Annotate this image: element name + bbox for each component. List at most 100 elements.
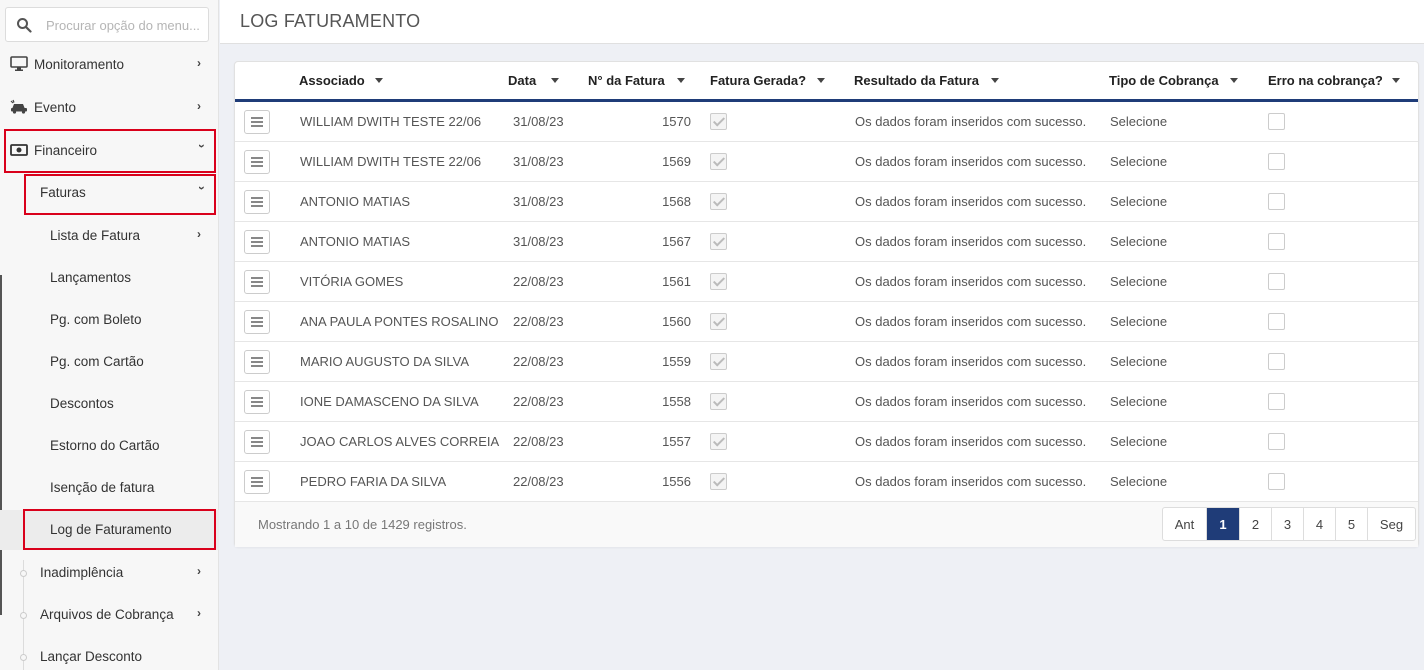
fatura-gerada-checkbox [710,193,727,210]
highlight-faturas [24,174,216,215]
cell-numero-fatura: 1558 [662,394,691,409]
cell-numero-fatura: 1560 [662,314,691,329]
erro-cobranca-checkbox[interactable] [1268,233,1285,250]
sidebar-item-lista-de-fatura[interactable]: Lista de Fatura › [0,215,219,257]
erro-cobranca-checkbox[interactable] [1268,153,1285,170]
hamburger-icon [251,125,263,127]
sidebar-item-pg-boleto[interactable]: Pg. com Boleto [0,299,219,341]
erro-cobranca-checkbox[interactable] [1268,113,1285,130]
sort-caret-icon[interactable] [551,78,559,83]
cell-numero-fatura: 1570 [662,114,691,129]
pagination: Ant 1 2 3 4 5 Seg [1162,507,1416,541]
erro-cobranca-checkbox[interactable] [1268,393,1285,410]
row-menu-button[interactable] [244,310,270,334]
cell-resultado: Os dados foram inseridos com sucesso. [855,434,1087,449]
cell-resultado: Os dados foram inseridos com sucesso. [855,274,1087,289]
sidebar-item-monitoramento[interactable]: Monitoramento › [0,44,219,86]
row-menu-button[interactable] [244,430,270,454]
erro-cobranca-checkbox[interactable] [1268,353,1285,370]
hamburger-icon [251,397,263,399]
cell-tipo-cobranca: Selecione [1110,154,1168,169]
page-header: LOG FATURAMENTO [220,0,1424,44]
sidebar-item-lancamentos[interactable]: Lançamentos [0,257,219,299]
sidebar-item-label: Descontos [50,396,114,411]
cell-tipo-cobranca: Selecione [1110,274,1168,289]
erro-cobranca-checkbox[interactable] [1268,473,1285,490]
row-menu-button[interactable] [244,190,270,214]
erro-cobranca-checkbox[interactable] [1268,193,1285,210]
cell-data: 22/08/23 [513,354,564,369]
sidebar-item-label: Arquivos de Cobrança [40,607,174,622]
cell-associado: ANTONIO MATIAS [300,234,411,249]
sidebar-item-isencao-fatura[interactable]: Isenção de fatura [0,467,219,509]
sidebar-item-evento[interactable]: Evento › [0,87,219,129]
cell-resultado: Os dados foram inseridos com sucesso. [855,194,1087,209]
sort-caret-icon[interactable] [1230,78,1238,83]
table-row: MARIO AUGUSTO DA SILVA 22/08/23 1559 Os dad… [235,342,1418,382]
erro-cobranca-checkbox[interactable] [1268,273,1285,290]
col-numero-fatura[interactable]: N° da Fatura [588,73,665,88]
sidebar-item-lancar-desconto[interactable]: Lançar Desconto [0,636,219,670]
pagination-page-3[interactable]: 3 [1272,508,1304,540]
table-row: ANA PAULA PONTES ROSALINO 22/08/23 1560 Os … [235,302,1418,342]
sidebar-item-pg-cartao[interactable]: Pg. com Cartão [0,341,219,383]
col-associado[interactable]: Associado [299,73,365,88]
col-erro-cobranca[interactable]: Erro na cobrança? [1268,73,1383,88]
sort-caret-icon[interactable] [817,78,825,83]
erro-cobranca-checkbox[interactable] [1268,313,1285,330]
hamburger-icon [251,201,263,203]
pagination-page-1[interactable]: 1 [1207,508,1240,540]
row-menu-button[interactable] [244,470,270,494]
cell-resultado: Os dados foram inseridos com sucesso. [855,314,1087,329]
sort-caret-icon[interactable] [991,78,999,83]
hamburger-icon [251,485,263,487]
search-input[interactable] [46,14,204,36]
row-menu-button[interactable] [244,270,270,294]
cell-numero-fatura: 1568 [662,194,691,209]
menu-search[interactable] [5,7,209,42]
pagination-next[interactable]: Seg [1368,508,1415,540]
table-row: JOAO CARLOS ALVES CORREIA 22/08/23 1557 Os … [235,422,1418,462]
hamburger-icon [251,361,263,363]
row-menu-button[interactable] [244,390,270,414]
sidebar-item-inadimplencia[interactable]: Inadimplência › [0,552,219,594]
col-resultado[interactable]: Resultado da Fatura [854,73,979,88]
fatura-gerada-checkbox [710,153,727,170]
sort-caret-icon[interactable] [1392,78,1400,83]
col-data[interactable]: Data [508,73,536,88]
hamburger-icon [251,357,263,359]
row-menu-button[interactable] [244,110,270,134]
cell-associado: WILLIAM DWITH TESTE 22/06 [300,154,482,169]
sidebar-item-arquivos-cobranca[interactable]: Arquivos de Cobrança › [0,594,219,636]
cell-resultado: Os dados foram inseridos com sucesso. [855,354,1087,369]
pagination-page-4[interactable]: 4 [1304,508,1336,540]
sidebar-item-estorno-cartao[interactable]: Estorno do Cartão [0,425,219,467]
hamburger-icon [251,405,263,407]
cell-numero-fatura: 1561 [662,274,691,289]
row-menu-button[interactable] [244,150,270,174]
fatura-gerada-checkbox [710,433,727,450]
cell-data: 31/08/23 [513,194,564,209]
cell-tipo-cobranca: Selecione [1110,194,1168,209]
sidebar-item-label: Lançamentos [50,270,132,285]
hamburger-icon [251,241,263,243]
col-fatura-gerada[interactable]: Fatura Gerada? [710,73,806,88]
col-tipo-cobranca[interactable]: Tipo de Cobrança [1109,73,1219,88]
chevron-right-icon: › [197,606,201,620]
hamburger-icon [251,481,263,483]
sort-caret-icon[interactable] [375,78,383,83]
cell-associado: JOAO CARLOS ALVES CORREIA [300,434,500,449]
pagination-page-2[interactable]: 2 [1240,508,1272,540]
row-menu-button[interactable] [244,350,270,374]
highlight-log-faturamento [23,509,216,550]
row-menu-button[interactable] [244,230,270,254]
pagination-prev[interactable]: Ant [1163,508,1207,540]
cell-tipo-cobranca: Selecione [1110,394,1168,409]
hamburger-icon [251,277,263,279]
table-row: IONE DAMASCENO DA SILVA 22/08/23 1558 Os da… [235,382,1418,422]
sidebar-item-descontos[interactable]: Descontos [0,383,219,425]
erro-cobranca-checkbox[interactable] [1268,433,1285,450]
sort-caret-icon[interactable] [677,78,685,83]
cell-data: 31/08/23 [513,114,564,129]
pagination-page-5[interactable]: 5 [1336,508,1368,540]
